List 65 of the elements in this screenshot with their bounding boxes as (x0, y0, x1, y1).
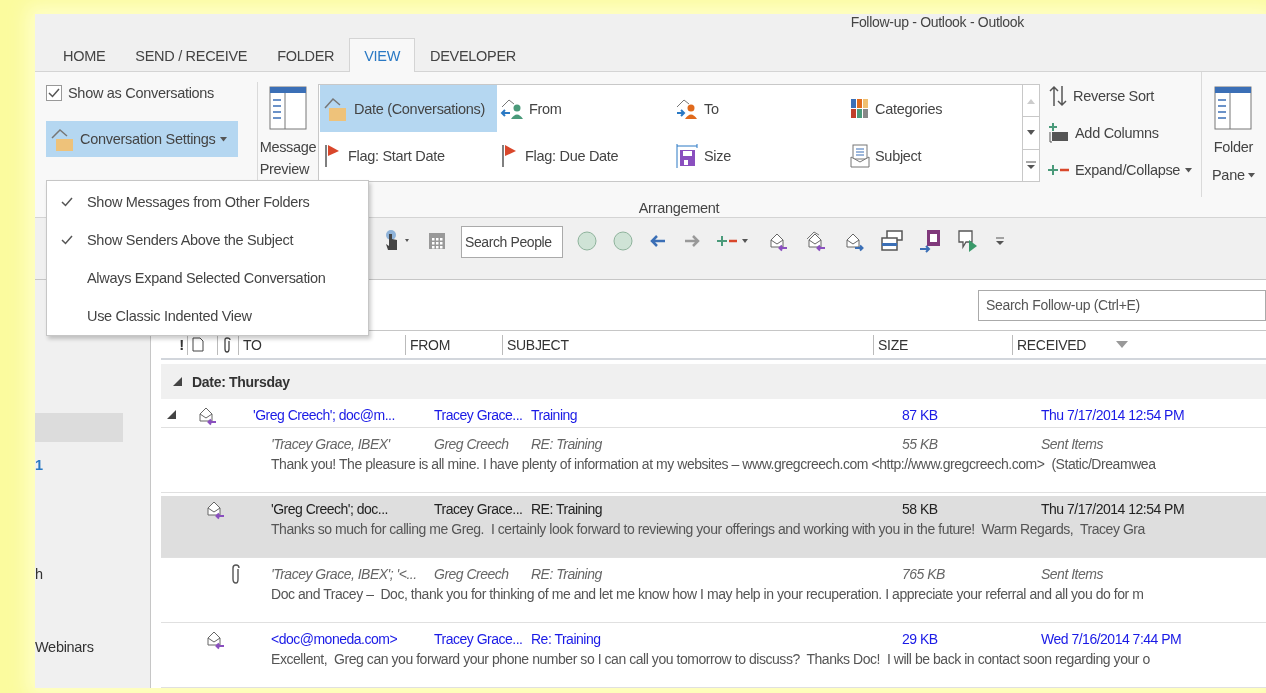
ribbon-tab[interactable]: FOLDER (262, 38, 350, 72)
ribbon-tab[interactable]: VIEW (349, 38, 416, 72)
received-cell-text: Sent Items (1041, 435, 1104, 452)
search-people-field[interactable]: Search People (461, 226, 563, 258)
folder-pane-button[interactable]: Folder Pane (1202, 72, 1255, 217)
ribbon-button[interactable]: Reverse Sort (1048, 84, 1201, 108)
arrangement-option[interactable]: Subject (847, 132, 1022, 179)
to-cell-text: 'Tracey Grace, IBEX'; '<... (271, 565, 418, 582)
message-preview: Doc and Tracey – Doc, thank you for thinking of me and let me know how I may help in your recuperation. I appreciate your referral and all you do for m (270, 586, 1145, 604)
show-as-conversations-checkbox[interactable]: Show as Conversations (46, 85, 257, 101)
column-header[interactable]: FROM (405, 334, 502, 355)
importance-column-header[interactable]: ! (161, 336, 187, 353)
ribbon-button[interactable]: Expand/Collapse (1048, 158, 1201, 182)
menu-item[interactable]: Use Classic Indented View (47, 297, 368, 335)
subject-cell-text: RE: Training (531, 565, 603, 582)
from-cell-text: Greg Creech (434, 435, 510, 452)
menu-item[interactable]: Show Messages from Other Folders (47, 183, 368, 221)
group-header[interactable]: Date: Thursday (161, 364, 1266, 399)
subject-cell-text: RE: Training (531, 500, 604, 517)
size-cell-text: 29 KB (902, 630, 939, 647)
arrangement-option[interactable]: Date (Conversations) (320, 85, 497, 132)
message-preview: Thank you! The pleasure is all mine. I have plenty of information at my websites – www.gregcreech.com <http://www.gregcreech.com> (Static/Dreamwea (270, 456, 1157, 474)
menu-item[interactable]: Always Expand Selected Conversation (47, 259, 368, 297)
ribbon-tab[interactable]: SEND / RECEIVE (120, 38, 263, 72)
message-preview: Thanks so much for calling me Greg. I certainly look forward to reviewing your offerings and working with you in the future! Warm Regards, Tracey Gra (270, 521, 1147, 539)
menu-item[interactable]: Show Senders Above the Subject (47, 221, 368, 259)
arrangement-option[interactable]: Categories (847, 85, 1022, 132)
received-cell-text: Thu 7/17/2014 12:54 PM (1041, 406, 1186, 423)
column-header[interactable]: RECEIVED (1012, 334, 1212, 355)
search-field[interactable]: Search Follow-up (Ctrl+E) (978, 289, 1266, 321)
subject-cell-text: Re: Training (531, 630, 602, 647)
arrangement-option[interactable]: From (497, 85, 672, 132)
from-cell-text: Greg Creech (434, 565, 510, 582)
conversation-settings-button[interactable]: Conversation Settings (46, 121, 238, 157)
size-cell-text: 87 KB (902, 406, 939, 423)
to-cell-text: 'Greg Creech'; doc... (271, 500, 389, 517)
from-cell-text: Tracey Grace... (434, 406, 524, 423)
to-cell-text: 'Greg Creech'; doc@m... (253, 406, 396, 423)
size-cell-text: 765 KB (902, 565, 946, 582)
message-preview: Excellent, Greg can you forward your phone number so I can call you tomorrow to discuss? Thanks Doc! I will be back in contact soon regarding your o (270, 651, 1151, 669)
to-cell-text: 'Tracey Grace, IBEX' (271, 435, 392, 452)
ribbon-button[interactable]: Add Columns (1048, 121, 1201, 145)
from-cell-text: Tracey Grace... (434, 630, 524, 647)
folder-item[interactable]: h (35, 559, 123, 588)
ribbon-tab[interactable]: HOME (48, 38, 121, 72)
from-cell-text: Tracey Grace... (434, 500, 524, 517)
subject-cell-text: RE: Training (531, 435, 603, 452)
size-cell-text: 58 KB (902, 500, 939, 517)
received-cell-text: Wed 7/16/2014 7:44 PM (1041, 630, 1183, 647)
arrangement-option[interactable]: Size (672, 132, 847, 179)
size-cell-text: 55 KB (902, 435, 939, 452)
group-label: Arrangement (638, 200, 720, 216)
arrangement-option[interactable]: Flag: Due Date (497, 132, 672, 179)
unread-count[interactable]: 1 (35, 450, 123, 479)
received-cell-text: Sent Items (1041, 565, 1104, 582)
ribbon-tab[interactable]: DEVELOPER (415, 38, 531, 72)
to-cell-text: <doc@moneda.com> (271, 630, 399, 647)
arrangement-option[interactable]: To (672, 85, 847, 132)
arrangement-option[interactable]: Flag: Start Date (320, 132, 497, 179)
received-cell-text: Thu 7/17/2014 12:54 PM (1041, 500, 1186, 517)
column-header[interactable]: SUBJECT (502, 334, 873, 355)
window-title: Follow-up - Outlook - Outlook (850, 14, 1024, 30)
folder-item[interactable]: Webinars (35, 632, 123, 661)
subject-cell-text: Training (531, 406, 579, 423)
column-header[interactable]: SIZE (873, 334, 1012, 355)
